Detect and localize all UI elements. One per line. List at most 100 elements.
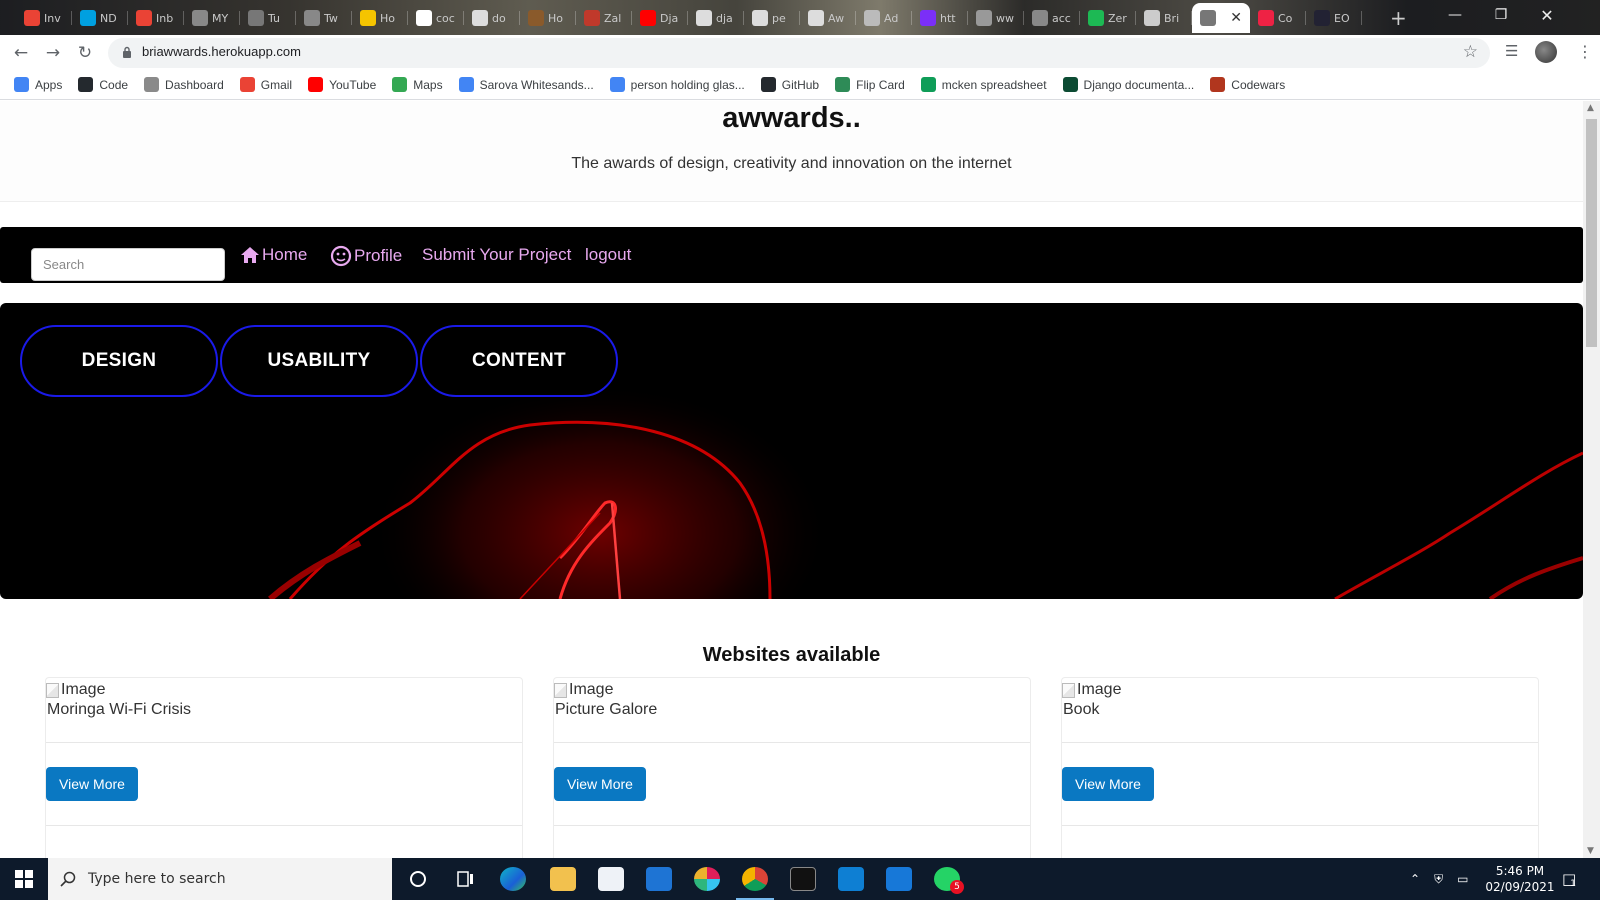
bookmark-item[interactable]: Flip Card [835, 77, 905, 92]
bookmark-item[interactable]: Sarova Whitesands... [458, 77, 594, 92]
system-clock[interactable]: 5:46 PM 02/09/2021 [1480, 863, 1560, 895]
browser-tab[interactable]: coc [408, 3, 464, 33]
edge-browser-icon[interactable] [500, 867, 526, 891]
new-tab-button[interactable]: + [1390, 6, 1407, 30]
bookmark-item[interactable]: Dashboard [144, 77, 224, 92]
project-title: Moringa Wi-Fi Crisis [47, 701, 191, 718]
bookmark-item[interactable]: Apps [14, 77, 62, 92]
windows-start-button[interactable] [0, 858, 48, 900]
browser-tab[interactable]: ✕ [1192, 3, 1250, 33]
close-window-button[interactable]: ✕ [1524, 0, 1570, 30]
home-icon [241, 247, 259, 263]
emoji-icon [360, 10, 376, 26]
slack-icon[interactable] [694, 867, 720, 891]
show-hidden-icons-chevron-icon[interactable]: ⌃ [1410, 872, 1420, 886]
task-view-icon[interactable] [452, 867, 478, 891]
microsoft-store-icon[interactable] [598, 867, 624, 891]
bookmark-item[interactable]: Maps [392, 77, 443, 92]
browser-tab[interactable]: Aw [800, 3, 856, 33]
browser-tab[interactable]: dja [688, 3, 744, 33]
browser-tab[interactable]: Ho [352, 3, 408, 33]
forward-arrow-icon[interactable]: → [42, 42, 64, 64]
browser-tab[interactable]: do [464, 3, 520, 33]
bookmarks-bar: Apps Code Dashboard Gmail YouTube Maps Sarova … [0, 70, 1600, 100]
browser-tab[interactable]: pe [744, 3, 800, 33]
bookmark-item[interactable]: GitHub [760, 77, 819, 92]
browser-tab[interactable]: acc [1024, 3, 1080, 33]
d-icon [976, 10, 992, 26]
browser-menu-icon[interactable]: ⋮ [1577, 42, 1593, 61]
search-input[interactable] [31, 248, 225, 281]
browser-tab[interactable]: Ho [520, 3, 576, 33]
vscode-icon[interactable] [838, 867, 864, 891]
browser-tab[interactable]: Dja [632, 3, 688, 33]
browser-tab[interactable]: Zal [576, 3, 632, 33]
back-arrow-icon[interactable]: ← [10, 42, 32, 64]
scroll-down-arrow-icon[interactable]: ▼ [1587, 846, 1594, 856]
whatsapp-icon[interactable]: 5 [934, 867, 964, 894]
scrollbar-thumb[interactable] [1586, 119, 1597, 347]
view-more-button[interactable]: View More [46, 767, 138, 801]
browser-tab[interactable]: Inv [16, 3, 72, 33]
nav-submit-project-link[interactable]: Submit Your Project [422, 245, 571, 265]
browser-tab[interactable]: Zer [1080, 3, 1136, 33]
browser-tab-strip: Inv ND Inb MY Tu Tw Ho coc do Ho Zal Dja dja pe Aw Ad ht… [0, 0, 1600, 35]
view-more-button[interactable]: View More [1062, 767, 1154, 801]
bookmark-star-icon[interactable]: ☆ [1463, 42, 1478, 62]
battery-icon[interactable]: ▭ [1457, 872, 1468, 886]
bookmark-item[interactable]: Django documenta... [1062, 77, 1195, 92]
address-bar[interactable]: briawwards.herokuapp.com ☆ [108, 38, 1490, 68]
bookmark-item[interactable]: person holding glas... [609, 77, 745, 92]
page-scrollbar[interactable]: ▲ ▼ [1583, 101, 1600, 858]
browser-tab[interactable]: Tu [240, 3, 296, 33]
reload-icon[interactable]: ↻ [74, 42, 96, 64]
mail-icon[interactable] [646, 867, 672, 891]
bookmark-item[interactable]: mcken spreadsheet [920, 77, 1047, 92]
browser-tab[interactable]: htt [912, 3, 968, 33]
restore-button[interactable]: ❐ [1478, 0, 1524, 30]
chrome-icon[interactable] [736, 867, 774, 900]
bookmark-item[interactable]: Code [78, 77, 128, 92]
browser-tab[interactable]: MY [184, 3, 240, 33]
browser-tab[interactable]: Ad [856, 3, 912, 33]
bookmark-item[interactable]: Codewars [1210, 77, 1285, 92]
bookmark-item[interactable]: Gmail [239, 77, 292, 92]
browser-tab[interactable]: ND [72, 3, 128, 33]
bookmark-label: YouTube [329, 77, 377, 92]
terminal-icon[interactable] [790, 867, 816, 891]
whatsapp-badge: 5 [950, 880, 964, 894]
cortana-icon[interactable] [405, 867, 431, 891]
nav-home-link[interactable]: Home [240, 245, 307, 265]
taskbar-search-box[interactable]: Type here to search [48, 858, 392, 900]
bookmark-item[interactable]: YouTube [308, 77, 376, 92]
category-pill-design[interactable]: DESIGN [20, 325, 218, 397]
file-explorer-icon[interactable] [550, 867, 576, 891]
scroll-up-arrow-icon[interactable]: ▲ [1587, 103, 1594, 113]
d-icon [1088, 10, 1104, 26]
profile-avatar[interactable] [1535, 41, 1557, 63]
minimize-button[interactable]: — [1432, 0, 1478, 30]
bookmark-label: Django documenta... [1083, 77, 1195, 92]
close-tab-icon[interactable]: ✕ [1230, 10, 1242, 26]
photos-icon[interactable] [886, 867, 912, 891]
windows-taskbar: Type here to search 5 ⌃ ⛨ ▭ 5:46 PM 02/0… [0, 858, 1600, 900]
media-control-icon[interactable]: ☰ [1505, 42, 1518, 60]
category-pill-usability[interactable]: USABILITY [220, 325, 418, 397]
browser-tab[interactable]: Co [1250, 3, 1306, 33]
view-more-button[interactable]: View More [554, 767, 646, 801]
github-icon [808, 10, 824, 26]
action-center-icon[interactable]: □ 1 [1562, 858, 1576, 900]
browser-tab[interactable]: Bri [1136, 3, 1192, 33]
nav-logout-link[interactable]: logout [585, 245, 631, 265]
browser-tab[interactable]: Inb [128, 3, 184, 33]
category-pill-content[interactable]: CONTENT [420, 325, 618, 397]
security-icon[interactable]: ⛨ [1434, 872, 1443, 887]
browser-tab-label: pe [772, 11, 786, 25]
browser-tab[interactable]: Tw [296, 3, 352, 33]
globe-icon [1200, 10, 1216, 26]
project-card: Image Picture Galore View More [553, 677, 1031, 858]
browser-tab[interactable]: ww [968, 3, 1024, 33]
browser-tab[interactable]: EO [1306, 3, 1362, 33]
project-image-alt: Image [569, 681, 614, 698]
nav-profile-link[interactable]: Profile [330, 245, 402, 267]
